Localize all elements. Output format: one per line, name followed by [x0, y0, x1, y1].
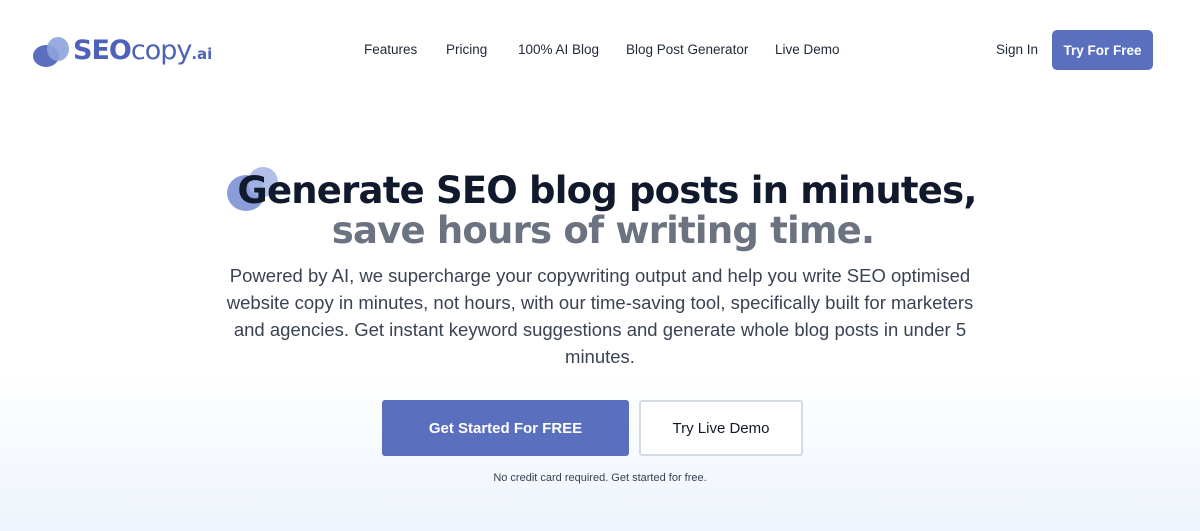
sign-in-link[interactable]: Sign In	[996, 42, 1038, 57]
nav-link-blog-post-generator[interactable]: Blog Post Generator	[626, 42, 748, 57]
hero-subtitle: Powered by AI, we supercharge your copyw…	[226, 265, 974, 367]
logo-wordmark: SEOcopy.ai	[73, 36, 212, 69]
no-credit-card-note: No credit card required. Get started for…	[493, 472, 707, 484]
headline-line-2: save hours of writing time.	[331, 209, 875, 252]
get-started-button[interactable]: Get Started For FREE	[382, 400, 629, 456]
logo-copy-text: copy	[130, 35, 192, 66]
logo-seo-text: SEO	[73, 35, 132, 66]
nav-link-live-demo[interactable]: Live Demo	[775, 42, 840, 57]
nav-link-features[interactable]: Features	[364, 42, 417, 57]
hero-headline: Generate SEO blog posts in minutes, save…	[0, 170, 1200, 252]
logo-ai-text: .ai	[191, 45, 213, 63]
headline-line-1: Generate SEO blog posts in minutes,	[237, 169, 977, 212]
nav-link-pricing[interactable]: Pricing	[446, 42, 487, 57]
try-live-demo-button[interactable]: Try Live Demo	[639, 400, 803, 456]
try-for-free-button[interactable]: Try For Free	[1052, 30, 1153, 70]
brand-logo[interactable]: SEOcopy.ai	[33, 33, 212, 69]
logo-blob-icon	[33, 37, 73, 69]
site-header: SEOcopy.ai Features Pricing 100% AI Blog…	[0, 0, 1200, 100]
nav-link-ai-blog[interactable]: 100% AI Blog	[518, 42, 599, 57]
